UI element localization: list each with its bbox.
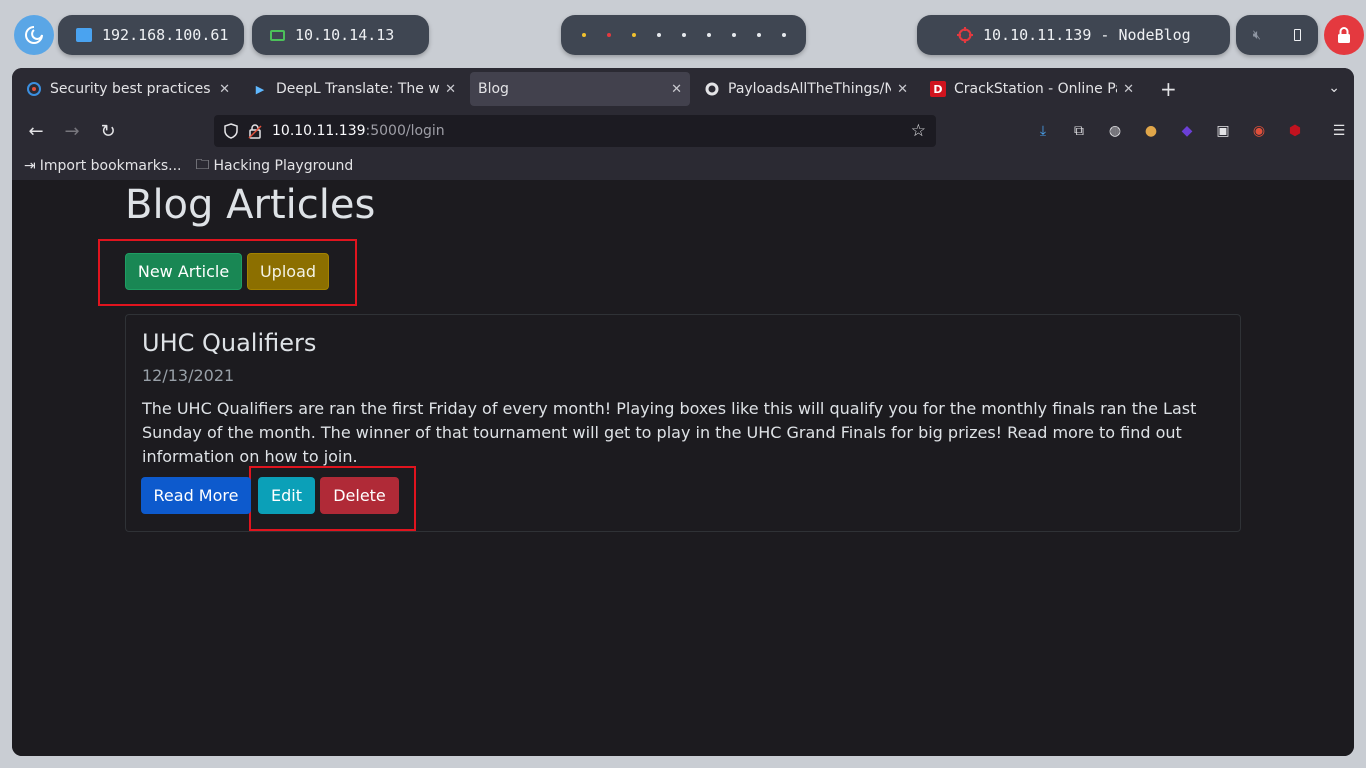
debian-swirl-icon: [25, 26, 43, 44]
tab-security-best-practices[interactable]: Security best practices | ✕: [18, 72, 238, 106]
extensions-puzzle-icon[interactable]: ⧉: [1066, 118, 1092, 144]
workspace-dot[interactable]: [681, 33, 686, 37]
battery-icon[interactable]: [1294, 29, 1302, 41]
target-widget[interactable]: 10.10.11.139 - NodeBlog: [917, 15, 1230, 55]
foxyproxy-icon[interactable]: ◉: [1246, 118, 1272, 144]
workspace-dot[interactable]: [581, 33, 586, 37]
tab-crackstation[interactable]: D CrackStation - Online Pas ✕: [922, 72, 1142, 106]
tab-payloadsallthethings[interactable]: PayloadsAllTheThings/No ✕: [696, 72, 916, 106]
delete-button[interactable]: Delete: [320, 477, 399, 514]
deepl-icon: ▶: [255, 82, 265, 96]
workspace-dot[interactable]: [756, 33, 761, 37]
vpn-ip-text: 10.10.14.13: [295, 26, 395, 44]
workspace-dot[interactable]: [781, 33, 786, 37]
reload-button[interactable]: ↻: [90, 115, 126, 147]
page-content: Blog Articles New Article Upload UHC Qua…: [12, 180, 1354, 756]
os-menu-button[interactable]: [14, 15, 54, 55]
bookmark-star-icon[interactable]: ☆: [911, 121, 926, 141]
shield-icon[interactable]: [224, 123, 238, 139]
article-summary: The UHC Qualifiers are ran the first Fri…: [142, 399, 1197, 466]
url-path: :5000/login: [365, 123, 445, 139]
tab-strip: Security best practices | ✕ ▶ DeepL Tran…: [12, 68, 1354, 110]
insecure-lock-icon[interactable]: [248, 123, 262, 139]
back-button[interactable]: ←: [18, 115, 54, 147]
close-tab-icon[interactable]: ✕: [897, 82, 908, 97]
tab-label: Blog: [478, 81, 509, 97]
url-bar[interactable]: 10.10.11.139 :5000/login ☆: [214, 115, 936, 147]
close-tab-icon[interactable]: ✕: [1123, 82, 1134, 97]
forward-button[interactable]: →: [54, 115, 90, 147]
cookie-editor-icon[interactable]: ●: [1138, 118, 1164, 144]
list-all-tabs-icon[interactable]: ⌄: [1328, 80, 1340, 96]
tab-label: CrackStation - Online Pas: [954, 81, 1118, 97]
bookmarks-toolbar: ⇥ Import bookmarks... 🗀 Hacking Playgrou…: [12, 152, 1354, 180]
target-text: 10.10.11.139 - NodeBlog: [983, 26, 1191, 44]
lock-screen-button[interactable]: [1324, 15, 1364, 55]
url-host: 10.10.11.139: [272, 123, 366, 139]
laptop-icon: [270, 29, 285, 41]
edit-button[interactable]: Edit: [258, 477, 315, 514]
bookmark-label: Hacking Playground: [213, 158, 354, 174]
upload-button[interactable]: Upload: [247, 253, 329, 290]
ublock-origin-icon[interactable]: ⬢: [1282, 118, 1308, 144]
desktop-top-bar: 192.168.100.61 10.10.14.13 10.10.11.139 …: [0, 0, 1366, 68]
bookmark-import[interactable]: ⇥ Import bookmarks...: [24, 158, 182, 174]
hamburger-menu-icon[interactable]: ☰: [1326, 118, 1352, 144]
new-tab-button[interactable]: +: [1160, 77, 1177, 101]
workspace-dot[interactable]: [731, 33, 736, 37]
volume-muted-icon[interactable]: 🔇︎: [1253, 28, 1261, 43]
extension-toolbar: ⤓ ⧉ ◍ ● ◆ ▣ ◉ ⬢ ☰: [1030, 118, 1352, 144]
browser-window: Security best practices | ✕ ▶ DeepL Tran…: [12, 68, 1354, 756]
crackstation-icon: D: [930, 81, 946, 97]
article-title: UHC Qualifiers: [142, 329, 317, 357]
navigation-toolbar: ← → ↻ 10.10.11.139 :5000/login ☆ ⤓ ⧉ ◍ ●…: [12, 110, 1354, 152]
swirl-icon: [26, 81, 42, 97]
tab-blog[interactable]: Blog ✕: [470, 72, 690, 106]
tab-label: DeepL Translate: The wo: [276, 81, 440, 97]
lock-icon: [1338, 27, 1350, 43]
close-tab-icon[interactable]: ✕: [671, 82, 682, 97]
hacktools-icon[interactable]: ◆: [1174, 118, 1200, 144]
local-ip-widget[interactable]: 192.168.100.61: [58, 15, 244, 55]
tab-deepl[interactable]: ▶ DeepL Translate: The wo ✕: [244, 72, 464, 106]
network-icon: [76, 28, 92, 42]
close-tab-icon[interactable]: ✕: [219, 82, 230, 97]
vpn-ip-widget[interactable]: 10.10.14.13: [252, 15, 429, 55]
close-tab-icon[interactable]: ✕: [445, 82, 456, 97]
crosshair-icon: [957, 27, 973, 43]
new-article-button[interactable]: New Article: [125, 253, 242, 290]
user-agent-switcher-icon[interactable]: ▣: [1210, 118, 1236, 144]
github-icon: [704, 81, 720, 97]
downloads-icon[interactable]: ⤓: [1030, 118, 1056, 144]
page-title: Blog Articles: [125, 182, 376, 228]
system-tray[interactable]: 🔇︎: [1236, 15, 1318, 55]
workspace-dot[interactable]: [606, 33, 611, 37]
local-ip-text: 192.168.100.61: [102, 26, 229, 44]
workspace-dot[interactable]: [631, 33, 636, 37]
read-more-button[interactable]: Read More: [141, 477, 251, 514]
bookmark-folder-hacking-playground[interactable]: 🗀 Hacking Playground: [196, 154, 354, 178]
bookmark-label: Import bookmarks...: [39, 158, 182, 174]
workspace-dot[interactable]: [706, 33, 711, 37]
folder-icon: 🗀: [195, 157, 210, 173]
workspace-indicators[interactable]: [561, 15, 806, 55]
tab-label: Security best practices |: [50, 81, 214, 97]
workspace-dot[interactable]: [656, 33, 661, 37]
article-date: 12/13/2021: [142, 366, 235, 385]
import-icon: ⇥: [24, 158, 36, 174]
wappalyzer-icon[interactable]: ◍: [1102, 118, 1128, 144]
tab-label: PayloadsAllTheThings/No: [728, 81, 892, 97]
